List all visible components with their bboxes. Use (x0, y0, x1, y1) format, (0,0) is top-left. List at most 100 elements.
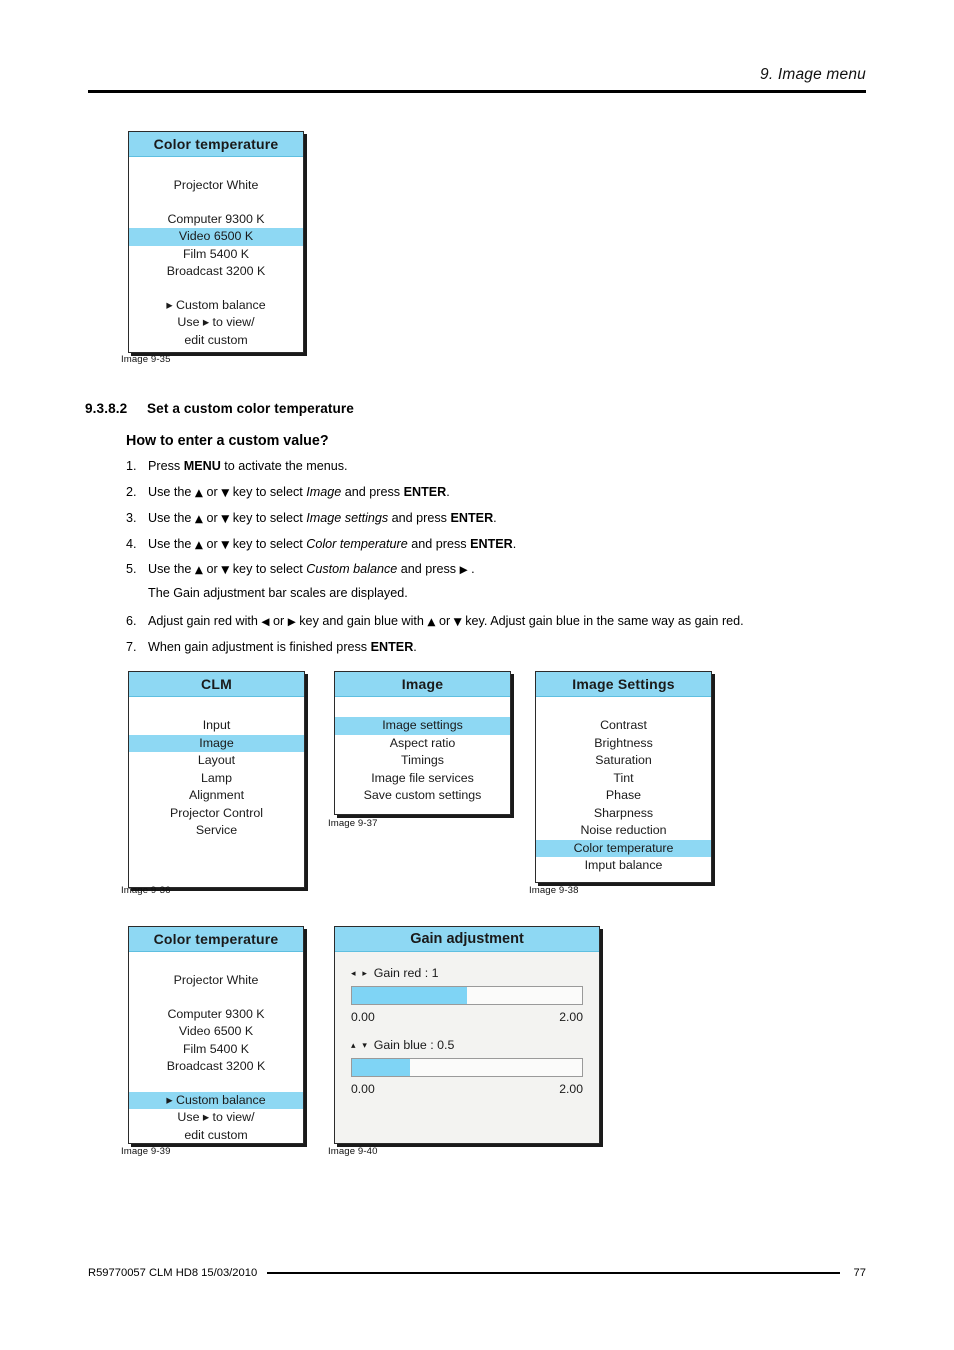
step-text: When gain adjustment is finished press E… (148, 640, 417, 654)
key-name: ENTER (403, 484, 447, 499)
osd-menu-item[interactable]: edit custom (129, 1127, 303, 1145)
instruction-step: 2. Use the ▲ or ▼ key to select Image and… (126, 485, 826, 500)
text-run: Use the (148, 510, 195, 525)
text-run: and press (341, 484, 404, 499)
gain-slider-label: ▴ ▾ Gain blue : 0.5 (351, 1038, 583, 1052)
osd-gain-adjustment-panel: Gain adjustment ◂ ▸ Gain red : 1 0.00 2.00… (334, 926, 600, 1144)
text-run: The Gain adjustment bar scales are displ… (148, 586, 408, 601)
osd-menu-item[interactable]: Brightness (536, 735, 711, 753)
text-run: Use the (148, 536, 195, 551)
page-header: 9. Image menu (88, 66, 866, 93)
osd-row-spacer (536, 703, 711, 717)
osd-menu-item[interactable]: Save custom settings (335, 787, 510, 805)
osd-menu-item[interactable]: Film 5400 K (129, 1041, 303, 1059)
step-number: 2. (126, 484, 137, 499)
header-rule (88, 90, 866, 93)
page-number: 77 (853, 1267, 866, 1279)
osd-menu-item[interactable]: edit custom (129, 332, 303, 350)
osd-menu-item[interactable]: Alignment (129, 787, 304, 805)
osd-menu-item[interactable]: Imput balance (536, 857, 711, 875)
menu-name: Image (306, 484, 342, 499)
osd-menu-item[interactable]: Noise reduction (536, 822, 711, 840)
osd-rows: Projector White Computer 9300 K Video 650… (129, 157, 303, 349)
step-text: Press MENU to activate the menus. (148, 459, 348, 473)
text-run: Use the (148, 562, 195, 577)
osd-rows: Input Image Layout Lamp Alignment Projector C… (129, 697, 304, 840)
figure-caption-9-40: Image 9-40 (328, 1146, 378, 1157)
osd-menu-item[interactable]: Aspect ratio (335, 735, 510, 753)
gain-slider-track[interactable] (351, 1058, 583, 1077)
osd-menu-item[interactable]: Contrast (536, 717, 711, 735)
osd-rows: Projector White Computer 9300 K Video 650… (129, 952, 303, 1144)
section-heading: 9.3.8.2 Set a custom color temperature (85, 401, 354, 416)
osd-menu-item[interactable]: Service (129, 822, 304, 840)
osd-row-spacer (335, 703, 510, 717)
osd-menu-item[interactable]: Saturation (536, 752, 711, 770)
osd-menu-item[interactable]: Broadcast 3200 K (129, 263, 303, 281)
key-name: ENTER (470, 536, 513, 551)
osd-menu-item[interactable]: Projector White (129, 972, 303, 990)
osd-menu-item[interactable]: Video 6500 K (129, 1023, 303, 1041)
osd-menu-item[interactable]: Lamp (129, 770, 304, 788)
footer-document-id: R59770057 CLM HD8 15/03/2010 (88, 1267, 258, 1279)
osd-menu-item[interactable]: ▸ Custom balance (129, 297, 303, 315)
osd-row-spacer (129, 958, 303, 972)
osd-menu-item[interactable]: Layout (129, 752, 304, 770)
gain-slider-scale: 0.00 2.00 (351, 1082, 583, 1096)
osd-menu-item[interactable]: Broadcast 3200 K (129, 1058, 303, 1076)
text-run: and press (388, 510, 451, 525)
instruction-step: 1. Press MENU to activate the menus. (126, 459, 826, 474)
text-run: . (493, 510, 497, 525)
figure-caption-9-39: Image 9-39 (121, 1146, 171, 1157)
osd-menu-item[interactable]: Projector White (129, 177, 303, 195)
instruction-step: 4. Use the ▲ or ▼ key to select Color tem… (126, 537, 826, 552)
arrow-key-icon: ▼ (453, 616, 462, 629)
osd-rows: Contrast Brightness Saturation Tint Phase Sha… (536, 697, 711, 875)
page-footer: R59770057 CLM HD8 15/03/2010 77 (88, 1267, 866, 1279)
gain-slider-value-text: Gain blue : 0.5 (373, 1038, 455, 1052)
text-run: key to select (229, 562, 307, 577)
osd-menu-item[interactable]: Projector Control (129, 805, 304, 823)
osd-menu-item[interactable]: Video 6500 K (129, 228, 303, 246)
osd-title: Image Settings (536, 672, 711, 697)
osd-menu-item[interactable]: ▸ Custom balance (129, 1091, 303, 1109)
osd-row-spacer (129, 1076, 303, 1092)
text-run: . (413, 640, 417, 655)
osd-image-menu: Image Image settings Aspect ratio Timings I… (334, 671, 511, 815)
text-run: When gain adjustment is finished press (148, 640, 371, 655)
step-text: Use the ▲ or ▼ key to select Color tempe… (148, 537, 516, 551)
osd-image-settings-menu: Image Settings Contrast Brightness Saturat… (535, 671, 712, 883)
osd-color-temperature-top: Color temperature Projector White Comput… (128, 131, 304, 353)
key-name: ENTER (450, 510, 494, 525)
gain-slider-track[interactable] (351, 986, 583, 1005)
osd-row-spacer (129, 281, 303, 297)
osd-menu-item[interactable]: Phase (536, 787, 711, 805)
osd-menu-item[interactable]: Sharpness (536, 805, 711, 823)
osd-menu-item[interactable]: Image settings (335, 717, 510, 735)
osd-menu-item[interactable]: Film 5400 K (129, 246, 303, 264)
osd-menu-item[interactable]: Use ▸ to view/ (129, 1109, 303, 1127)
text-run: and press (407, 536, 471, 551)
osd-menu-item[interactable]: Computer 9300 K (129, 211, 303, 229)
osd-menu-item[interactable]: Image (129, 734, 304, 752)
section-title: Set a custom color temperature (147, 401, 354, 416)
osd-menu-item[interactable]: Computer 9300 K (129, 1006, 303, 1024)
osd-row-spacer (129, 195, 303, 211)
osd-menu-item[interactable]: Image file services (335, 770, 510, 788)
osd-menu-item[interactable]: Use ▸ to view/ (129, 314, 303, 332)
osd-menu-item[interactable]: Input (129, 717, 304, 735)
step-number: 5. (126, 562, 137, 577)
page-header-title: 9. Image menu (760, 66, 866, 83)
footer-rule (267, 1272, 840, 1274)
menu-name: Color temperature (306, 536, 408, 551)
osd-menu-item[interactable]: Tint (536, 770, 711, 788)
text-run: . (446, 484, 450, 499)
osd-rows: Image settings Aspect ratio Timings Image f… (335, 697, 510, 805)
osd-menu-item[interactable]: Color temperature (536, 839, 711, 857)
text-run: key and gain blue with (295, 614, 428, 629)
text-run: key. Adjust gain blue in the same way as… (461, 614, 744, 629)
menu-name: Custom balance (306, 562, 398, 577)
text-run: or (202, 562, 222, 577)
scale-min-label: 0.00 (351, 1010, 375, 1024)
osd-menu-item[interactable]: Timings (335, 752, 510, 770)
